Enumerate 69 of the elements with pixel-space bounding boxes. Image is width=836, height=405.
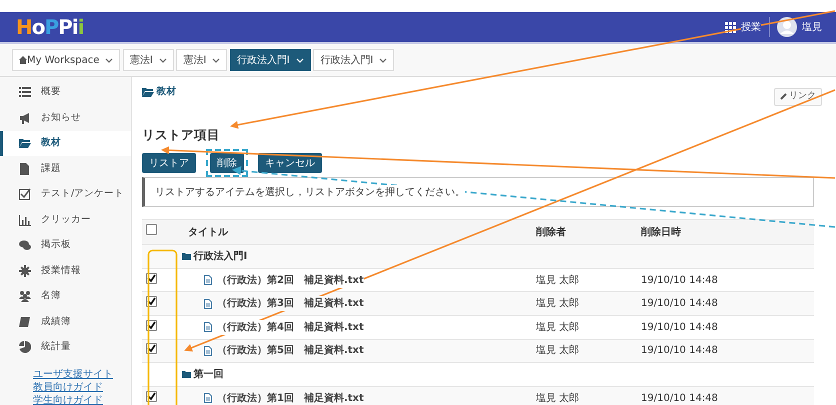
gear-icon xyxy=(19,264,31,277)
list-icon xyxy=(19,86,31,98)
deleted-by-text: 塩見 太郎 xyxy=(536,274,580,286)
instruction-text: リストアするアイテムを選択し，リストアボタンを押してください。 xyxy=(155,184,465,200)
column-header: 削除日時 xyxy=(641,226,681,238)
document-icon xyxy=(19,162,31,175)
sidebar-item[interactable]: 掲示板 xyxy=(0,232,131,258)
folder-icon xyxy=(142,87,154,98)
deleted-at-text: 19/10/10 14:48 xyxy=(641,322,718,333)
folder-name: 行政法入門Ⅰ xyxy=(194,250,248,264)
apps-label[interactable]: 授業 xyxy=(741,20,761,34)
sidebar-item[interactable]: 概要 xyxy=(0,80,131,105)
chat-bubbles-icon xyxy=(19,239,31,252)
people-icon xyxy=(19,290,31,302)
breadcrumb-label[interactable]: 教材 xyxy=(156,85,176,100)
sidebar-item[interactable]: クリッカー xyxy=(0,207,131,232)
column-header: 削除者 xyxy=(536,226,566,238)
user-name[interactable]: 塩見 xyxy=(802,20,822,34)
pie-chart-icon xyxy=(19,341,31,354)
site-tab[interactable]: 憲法Ⅰ xyxy=(176,49,228,71)
site-tab[interactable]: My Workspace xyxy=(12,49,120,71)
bar-chart-icon xyxy=(19,214,31,226)
deleted-at-text: 19/10/10 14:48 xyxy=(641,392,718,404)
chevron-down-icon xyxy=(212,58,220,62)
chevron-down-icon xyxy=(296,58,304,62)
sidebar-item[interactable]: 成績簿 xyxy=(0,309,131,334)
sidebar-item[interactable]: 教材 xyxy=(0,130,131,156)
sidebar-item[interactable]: テスト/アンケート xyxy=(0,182,131,207)
sidebar-item[interactable]: 名簿 xyxy=(0,284,131,309)
sidebar-item[interactable]: 授業情報 xyxy=(0,258,131,284)
logo[interactable]: HoPPii xyxy=(16,17,84,37)
document-icon xyxy=(204,298,212,309)
help-link[interactable]: 学生向けガイド xyxy=(33,394,131,405)
select-all-checkbox[interactable] xyxy=(146,224,157,236)
deleted-at-text: 19/10/10 14:48 xyxy=(641,345,718,356)
page-title: リストア項目 xyxy=(142,126,221,144)
help-link[interactable]: 教員向けガイド xyxy=(33,381,131,394)
chevron-down-icon xyxy=(158,58,167,62)
chevron-down-icon xyxy=(379,58,388,62)
megaphone-icon xyxy=(19,112,31,124)
document-icon xyxy=(204,346,212,356)
user-avatar-icon[interactable] xyxy=(777,17,797,37)
folder-icon xyxy=(182,253,191,260)
sidebar-item[interactable]: 統計量 xyxy=(0,334,131,360)
delete-button[interactable]: 削除 xyxy=(210,153,244,174)
apps-grid-icon[interactable] xyxy=(725,22,736,32)
deleted-by-text: 塩見 太郎 xyxy=(536,345,580,356)
chevron-down-icon xyxy=(105,58,114,62)
folder-name: 第一回 xyxy=(194,368,224,382)
sidebar-item[interactable]: お知らせ xyxy=(0,105,131,130)
site-tab[interactable]: 行政法入門Ⅰ xyxy=(313,49,394,71)
folder-icon xyxy=(19,137,31,150)
folder-icon xyxy=(182,371,191,378)
document-icon xyxy=(204,275,212,286)
help-link[interactable]: ユーザ支援サイト xyxy=(33,368,131,381)
checkbox-icon xyxy=(19,188,31,200)
column-header: タイトル xyxy=(188,226,228,238)
deleted-by-text: 塩見 太郎 xyxy=(536,298,580,310)
site-tab[interactable]: 憲法Ⅰ xyxy=(122,49,174,71)
cancel-button[interactable]: キャンセル xyxy=(258,153,322,174)
deleted-by-text: 塩見 太郎 xyxy=(536,392,580,404)
deleted-by-text: 塩見 太郎 xyxy=(536,322,580,333)
deleted-at-text: 19/10/10 14:48 xyxy=(641,298,718,310)
document-icon xyxy=(204,322,212,332)
deleted-at-text: 19/10/10 14:48 xyxy=(641,274,718,286)
link-button[interactable]: リンク xyxy=(774,88,822,106)
restore-button[interactable]: リストア xyxy=(142,153,196,174)
sidebar-item[interactable]: 課題 xyxy=(0,156,131,182)
site-tab[interactable]: 行政法入門Ⅰ xyxy=(230,49,311,71)
